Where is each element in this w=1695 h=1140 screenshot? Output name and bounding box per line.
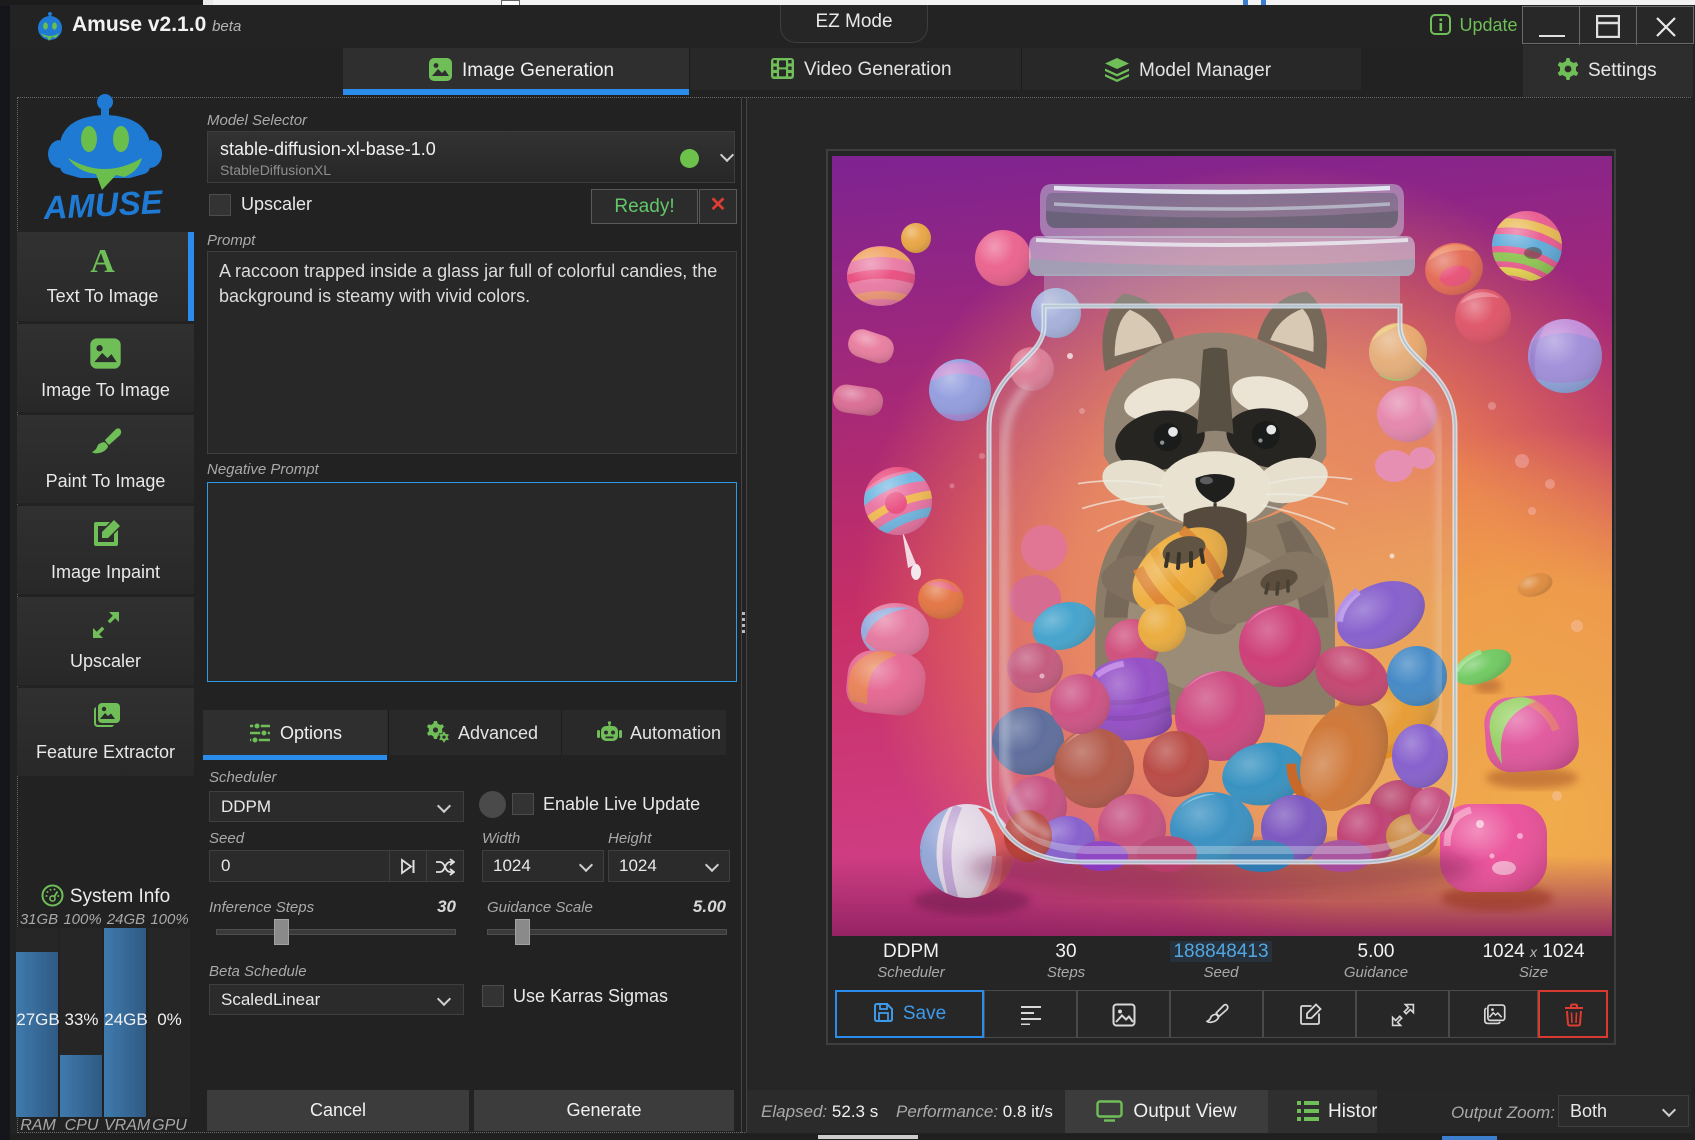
svg-text:AMUSE: AMUSE (41, 183, 164, 219)
